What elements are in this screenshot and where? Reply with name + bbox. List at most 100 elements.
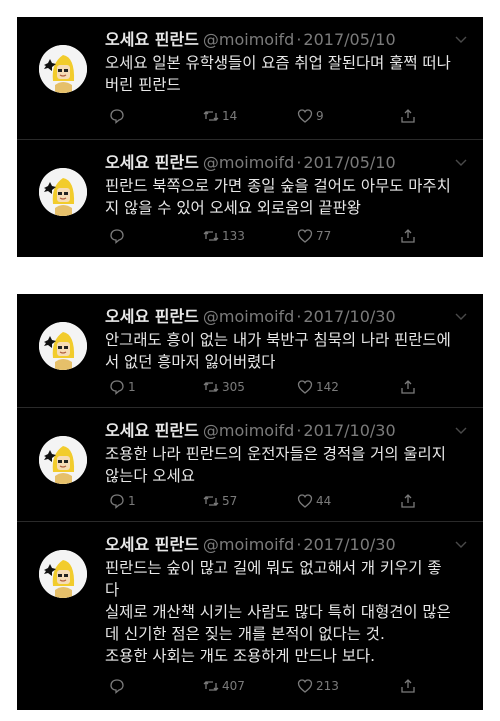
tweet-actions: 133 77	[105, 226, 435, 246]
share-button[interactable]	[400, 676, 416, 696]
like-button[interactable]: 213	[297, 676, 339, 696]
tweet-date[interactable]: 2017/10/30	[303, 535, 395, 554]
like-button[interactable]: 9	[297, 106, 324, 126]
display-name[interactable]: 오세요 핀란드	[105, 153, 199, 172]
tweet-text: 핀란드는 숲이 많고 길에 뭐도 없고해서 개 키우기 좋 다 실제로 개산책 …	[105, 559, 451, 665]
user-handle[interactable]: @moimoifd	[203, 153, 294, 172]
tweet-date[interactable]: 2017/05/10	[303, 30, 395, 49]
separator-dot: ·	[296, 153, 302, 172]
tweet-card[interactable]: 오세요 핀란드 @moimoifd · 2017/10/30 핀란드는 숲이 많고 길…	[17, 522, 483, 710]
tweet-text: 안그래도 흥이 없는 내가 북반구 침묵의 나라 핀란드에 서 없던 흥마저 잃…	[105, 331, 451, 371]
speech-bubble-icon	[110, 380, 124, 395]
retweet-arrows-icon	[203, 496, 219, 506]
tweet-actions: 1 57 44	[105, 491, 435, 511]
user-handle[interactable]: @moimoifd	[203, 307, 294, 326]
tweet-card[interactable]: 오세요 핀란드 @moimoifd · 2017/05/10 핀란드 북쪽으로 가면 …	[17, 140, 483, 257]
retweet-button[interactable]: 14	[203, 106, 237, 126]
user-handle[interactable]: @moimoifd	[203, 535, 294, 554]
reply-button[interactable]: 1	[109, 491, 136, 511]
share-upload-icon	[401, 229, 415, 243]
user-handle[interactable]: @moimoifd	[203, 30, 294, 49]
retweet-button[interactable]: 305	[203, 377, 245, 397]
retweet-arrows-icon	[203, 231, 219, 241]
speech-bubble-icon	[110, 229, 124, 244]
tweet-card[interactable]: 오세요 핀란드 @moimoifd · 2017/10/30 안그래도 흥이 없는 내…	[17, 294, 483, 408]
share-button[interactable]	[400, 377, 416, 397]
avatar[interactable]	[39, 322, 87, 370]
like-button[interactable]: 77	[297, 226, 331, 246]
display-name[interactable]: 오세요 핀란드	[105, 307, 199, 326]
like-button[interactable]: 44	[297, 491, 331, 511]
like-count: 77	[316, 229, 332, 243]
retweet-button[interactable]: 133	[203, 226, 245, 246]
tweet-date[interactable]: 2017/10/30	[303, 421, 395, 440]
tweet-header: 오세요 핀란드 @moimoifd · 2017/10/30	[105, 307, 396, 327]
avatar-image	[39, 322, 87, 370]
chevron-down-icon[interactable]	[455, 312, 467, 322]
tweet-card[interactable]: 오세요 핀란드 @moimoifd · 2017/05/10 오세요 일본 유학생들이…	[17, 17, 483, 140]
timeline-panel-1: 오세요 핀란드 @moimoifd · 2017/05/10 오세요 일본 유학생들이…	[17, 17, 483, 257]
heart-outline-icon	[297, 109, 313, 123]
speech-bubble-icon	[110, 679, 124, 694]
tweet-date[interactable]: 2017/10/30	[303, 307, 395, 326]
reply-button[interactable]	[109, 226, 128, 246]
separator-dot: ·	[296, 30, 302, 49]
display-name[interactable]: 오세요 핀란드	[105, 535, 199, 554]
share-upload-icon	[401, 679, 415, 693]
retweet-count: 305	[222, 380, 245, 394]
share-button[interactable]	[400, 106, 416, 126]
retweet-count: 407	[222, 679, 245, 693]
like-count: 44	[316, 494, 332, 508]
tweet-actions: 14 9	[105, 106, 435, 126]
retweet-count: 14	[222, 109, 238, 123]
tweet-header: 오세요 핀란드 @moimoifd · 2017/05/10	[105, 153, 396, 173]
tweet-header: 오세요 핀란드 @moimoifd · 2017/10/30	[105, 421, 396, 441]
tweet-text: 조용한 나라 핀란드의 운전자들은 경적을 거의 울리지 않는다 오세요	[105, 445, 446, 485]
reply-button[interactable]	[109, 106, 128, 126]
chevron-down-icon[interactable]	[455, 426, 467, 436]
retweet-button[interactable]: 407	[203, 676, 245, 696]
like-count: 213	[316, 679, 339, 693]
reply-count: 1	[128, 494, 136, 508]
retweet-arrows-icon	[203, 382, 219, 392]
display-name[interactable]: 오세요 핀란드	[105, 421, 199, 440]
like-button[interactable]: 142	[297, 377, 339, 397]
retweet-count: 57	[222, 494, 238, 508]
retweet-button[interactable]: 57	[203, 491, 237, 511]
retweet-arrows-icon	[203, 111, 219, 121]
avatar[interactable]	[39, 550, 87, 598]
user-handle[interactable]: @moimoifd	[203, 421, 294, 440]
share-button[interactable]	[400, 491, 416, 511]
chevron-down-icon[interactable]	[455, 35, 467, 45]
tweet-date[interactable]: 2017/05/10	[303, 153, 395, 172]
speech-bubble-icon	[110, 494, 124, 509]
avatar[interactable]	[39, 436, 87, 484]
separator-dot: ·	[296, 535, 302, 554]
chevron-down-icon[interactable]	[455, 158, 467, 168]
reply-button[interactable]: 1	[109, 377, 136, 397]
like-count: 9	[316, 109, 324, 123]
heart-outline-icon	[297, 494, 313, 508]
separator-dot: ·	[296, 307, 302, 326]
avatar-image	[39, 45, 87, 93]
tweet-actions: 407 213	[105, 676, 435, 696]
chevron-down-icon[interactable]	[455, 540, 467, 550]
reply-button[interactable]	[109, 676, 128, 696]
avatar-image	[39, 550, 87, 598]
heart-outline-icon	[297, 380, 313, 394]
retweet-count: 133	[222, 229, 245, 243]
heart-outline-icon	[297, 679, 313, 693]
retweet-arrows-icon	[203, 681, 219, 691]
tweet-card[interactable]: 오세요 핀란드 @moimoifd · 2017/10/30 조용한 나라 핀란드의 …	[17, 408, 483, 522]
share-button[interactable]	[400, 226, 416, 246]
like-count: 142	[316, 380, 339, 394]
avatar-image	[39, 168, 87, 216]
share-upload-icon	[401, 109, 415, 123]
avatar[interactable]	[39, 168, 87, 216]
heart-outline-icon	[297, 229, 313, 243]
avatar[interactable]	[39, 45, 87, 93]
tweet-header: 오세요 핀란드 @moimoifd · 2017/05/10	[105, 30, 396, 50]
reply-count: 1	[128, 380, 136, 394]
tweet-text: 오세요 일본 유학생들이 요즘 취업 잘된다며 훌쩍 떠나 버린 핀란드	[105, 54, 451, 94]
display-name[interactable]: 오세요 핀란드	[105, 30, 199, 49]
